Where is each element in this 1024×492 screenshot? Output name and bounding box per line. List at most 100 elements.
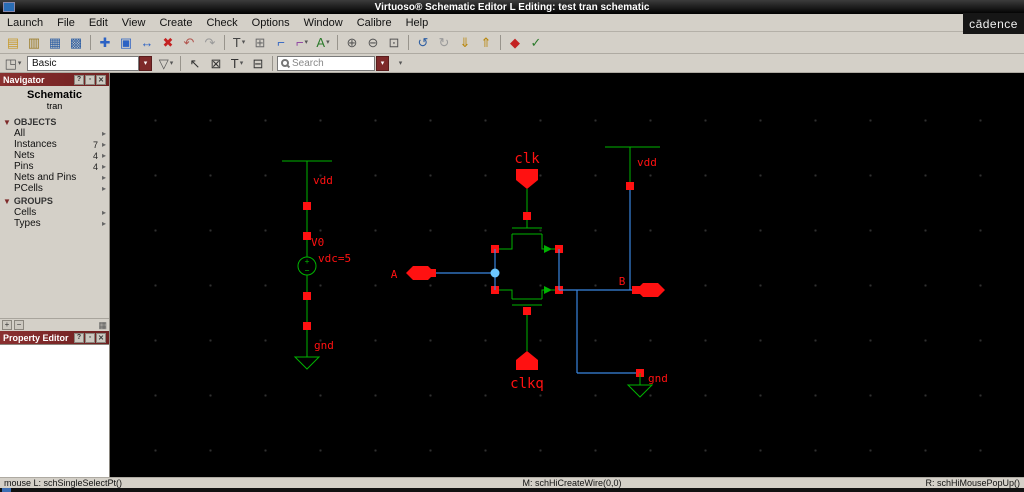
pin-square[interactable] — [303, 232, 311, 240]
open-cellview-icon[interactable]: ▥ — [24, 34, 44, 52]
sidebar-item-nets[interactable]: Nets 4 ▸ — [0, 150, 109, 161]
menu-edit[interactable]: Edit — [82, 17, 115, 29]
list-view-icon[interactable]: ▦ — [98, 320, 107, 331]
help-button[interactable]: ? — [74, 332, 84, 343]
instance-param-label[interactable]: vdc=5 — [318, 252, 351, 265]
pin-square[interactable] — [303, 322, 311, 330]
pin-clkq[interactable]: clkq — [510, 351, 544, 392]
search-input[interactable]: Search — [277, 55, 375, 71]
menu-options[interactable]: Options — [245, 17, 297, 29]
float-button[interactable]: ▫ — [85, 332, 95, 343]
text-edit-icon[interactable]: T ▾ — [227, 54, 247, 72]
pin-square[interactable] — [626, 182, 634, 190]
navigator-header[interactable]: Navigator ? ▫ ✕ — [0, 73, 109, 86]
menu-help[interactable]: Help — [399, 17, 436, 29]
menu-create[interactable]: Create — [152, 17, 199, 29]
zoom-out-icon[interactable]: ⊖ — [363, 34, 383, 52]
sidebar-item-pcells[interactable]: PCells ▸ — [0, 183, 109, 194]
stretch-icon[interactable]: ↔ — [137, 34, 157, 52]
pin-label[interactable]: B — [619, 275, 626, 288]
pin-shape[interactable] — [516, 351, 538, 370]
instance-transistor-top[interactable] — [491, 227, 563, 253]
expand-all-button[interactable]: + — [2, 320, 12, 330]
help-button[interactable]: ? — [74, 74, 84, 85]
net-input-a[interactable]: A — [391, 249, 500, 290]
menu-launch[interactable]: Launch — [0, 17, 50, 29]
undo-icon[interactable]: ↶ — [179, 34, 199, 52]
redo-icon[interactable]: ↷ — [200, 34, 220, 52]
chevron-right-icon[interactable]: ▸ — [102, 129, 106, 138]
net-label[interactable]: gnd — [648, 372, 668, 385]
ground-symbol[interactable] — [293, 356, 321, 370]
pin-shape[interactable] — [636, 283, 665, 297]
create-wide-wire-icon[interactable]: ⌐ ▾ — [292, 34, 312, 52]
create-pin-icon[interactable]: ◆ — [505, 34, 525, 52]
net-output-b[interactable]: B — [558, 186, 665, 374]
menu-view[interactable]: View — [115, 17, 153, 29]
chevron-right-icon[interactable]: ▸ — [102, 184, 106, 193]
pin-square[interactable] — [303, 202, 311, 210]
sidebar-item-cells[interactable]: Cells ▸ — [0, 207, 109, 218]
mouse-bindings-icon[interactable]: ◳ ▾ — [3, 54, 23, 72]
descend-icon[interactable]: ⇓ — [455, 34, 475, 52]
pin-square[interactable] — [303, 292, 311, 300]
pin-square[interactable] — [428, 269, 436, 277]
search-options-caret[interactable]: ▾ — [390, 54, 410, 72]
zoom-in-icon[interactable]: ⊕ — [342, 34, 362, 52]
next-view-icon[interactable]: ↻ — [434, 34, 454, 52]
property-editor-header[interactable]: Property Editor ? ▫ ✕ — [0, 331, 109, 344]
pin-label[interactable]: A — [391, 268, 398, 281]
chevron-right-icon[interactable]: ▸ — [102, 140, 106, 149]
area-select-icon[interactable]: ⊠ — [206, 54, 226, 72]
palette-combobox-value[interactable]: Basic — [27, 55, 139, 71]
vdd-rail-right[interactable]: vdd — [605, 146, 660, 190]
title-bar[interactable]: Virtuoso® Schematic Editor L Editing: te… — [0, 0, 1024, 14]
sidebar-item-all[interactable]: All ▸ — [0, 128, 109, 139]
schematic-drawing[interactable]: vdd V0 vdc=5 + − gnd clk A B vdd clkq gn… — [110, 73, 1024, 477]
net-label[interactable]: gnd — [314, 339, 334, 352]
search-caret-button[interactable]: ▾ — [376, 55, 389, 71]
instance-transistor-bottom[interactable] — [491, 286, 563, 351]
ascend-icon[interactable]: ⇑ — [476, 34, 496, 52]
sidebar-item-types[interactable]: Types ▸ — [0, 218, 109, 229]
delete-icon[interactable]: ✖ — [158, 34, 178, 52]
pin-label[interactable]: clkq — [510, 376, 544, 392]
single-select-icon[interactable]: ↖ — [185, 54, 205, 72]
move-icon[interactable]: ✚ — [95, 34, 115, 52]
instance-name-label[interactable]: V0 — [311, 236, 324, 249]
palette-combobox-caret[interactable]: ▾ — [139, 55, 152, 71]
nav-section-groups[interactable]: ▼ GROUPS — [0, 194, 109, 207]
palette-combobox[interactable]: Basic ▾ — [27, 55, 152, 71]
new-cellview-icon[interactable]: ▤ — [3, 34, 23, 52]
solder-dot[interactable] — [490, 268, 500, 278]
create-wire-icon[interactable]: ⌐ — [271, 34, 291, 52]
chevron-right-icon[interactable]: ▸ — [102, 208, 106, 217]
net-label[interactable]: vdd — [313, 174, 333, 187]
copy-icon[interactable]: ▣ — [116, 34, 136, 52]
pin-shape[interactable] — [516, 169, 538, 189]
pin-clk[interactable]: clk — [514, 151, 540, 228]
close-button[interactable]: ✕ — [96, 74, 106, 85]
ground-symbol[interactable] — [626, 384, 654, 398]
sidebar-item-pins[interactable]: Pins 4 ▸ — [0, 161, 109, 172]
create-label-icon[interactable]: A ▾ — [313, 34, 333, 52]
chevron-right-icon[interactable]: ▸ — [102, 151, 106, 160]
sidebar-item-nets-and-pins[interactable]: Nets and Pins ▸ — [0, 172, 109, 183]
save-icon[interactable]: ▦ — [45, 34, 65, 52]
collapse-all-button[interactable]: − — [14, 320, 24, 330]
section-collapse-icon[interactable]: ▼ — [3, 197, 11, 206]
nav-section-objects[interactable]: ▼ OBJECTS — [0, 115, 109, 128]
sidebar-item-instances[interactable]: Instances 7 ▸ — [0, 139, 109, 150]
property-editor-icon[interactable]: T ▾ — [229, 34, 249, 52]
chevron-right-icon[interactable]: ▸ — [102, 219, 106, 228]
zoom-fit-icon[interactable]: ⊡ — [384, 34, 404, 52]
section-collapse-icon[interactable]: ▼ — [3, 118, 11, 127]
float-button[interactable]: ▫ — [85, 74, 95, 85]
pin-label[interactable]: clk — [514, 151, 540, 167]
layer-filter-icon[interactable]: ▽ ▾ — [156, 54, 176, 72]
menu-file[interactable]: File — [50, 17, 82, 29]
menu-window[interactable]: Window — [297, 17, 350, 29]
previous-view-icon[interactable]: ↺ — [413, 34, 433, 52]
instance-browse-icon[interactable]: ⊟ — [248, 54, 268, 72]
pin-square[interactable] — [523, 307, 531, 315]
